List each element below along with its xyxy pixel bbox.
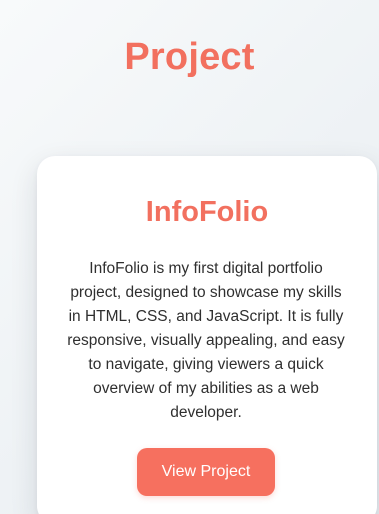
project-section: Project InfoFolio InfoFolio is my first … [0,0,379,514]
project-description: InfoFolio is my first digital portfolio … [67,260,345,421]
project-title: InfoFolio [145,196,269,228]
view-project-button[interactable]: View Project [137,448,275,496]
project-card: InfoFolio InfoFolio is my first digital … [37,156,377,514]
section-title: Project [124,36,255,78]
